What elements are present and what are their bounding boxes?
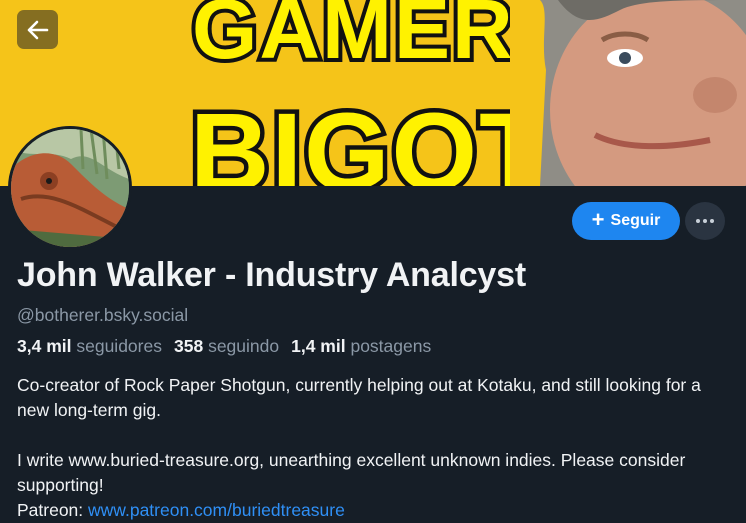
posts-label: postagens	[350, 336, 432, 356]
follow-button-label: Seguir	[610, 212, 661, 229]
patreon-link[interactable]: www.patreon.com/buriedtreasure	[88, 500, 345, 520]
more-options-button[interactable]	[685, 202, 725, 240]
avatar-chameleon-image	[11, 129, 129, 247]
following-label: seguindo	[208, 336, 280, 356]
back-button[interactable]	[17, 10, 58, 49]
profile-bio: Co-creator of Rock Paper Shotgun, curren…	[17, 373, 729, 523]
following-count: 358	[173, 336, 204, 356]
avatar[interactable]	[8, 126, 132, 250]
posts-stat: 1,4 mil postagens	[291, 336, 431, 357]
follow-button[interactable]: + Seguir	[572, 202, 680, 240]
more-dots-icon	[696, 219, 714, 223]
banner-face-image	[510, 0, 746, 186]
following-stat[interactable]: 358 seguindo	[174, 336, 279, 357]
followers-count: 3,4 mil	[17, 336, 72, 356]
profile-handle: @botherer.bsky.social	[17, 305, 189, 325]
back-arrow-icon	[27, 20, 48, 39]
bio-patreon-line: Patreon: www.patreon.com/buriedtreasure	[17, 498, 729, 523]
bio-paragraph-1: Co-creator of Rock Paper Shotgun, curren…	[17, 375, 701, 420]
bio-paragraph-2: I write www.buried-treasure.org, unearth…	[17, 450, 686, 495]
patreon-label: Patreon:	[17, 500, 84, 520]
posts-count: 1,4 mil	[291, 336, 346, 356]
display-name: John Walker - Industry Analcyst	[17, 256, 526, 294]
followers-label: seguidores	[76, 336, 162, 356]
plus-icon: +	[591, 207, 605, 232]
followers-stat[interactable]: 3,4 mil seguidores	[17, 336, 162, 357]
banner-line2: BIGOTS	[190, 91, 560, 186]
profile-stats: 3,4 mil seguidores 358 seguindo 1,4 mil …	[17, 336, 431, 357]
banner-line1: GAMER	[192, 0, 515, 76]
